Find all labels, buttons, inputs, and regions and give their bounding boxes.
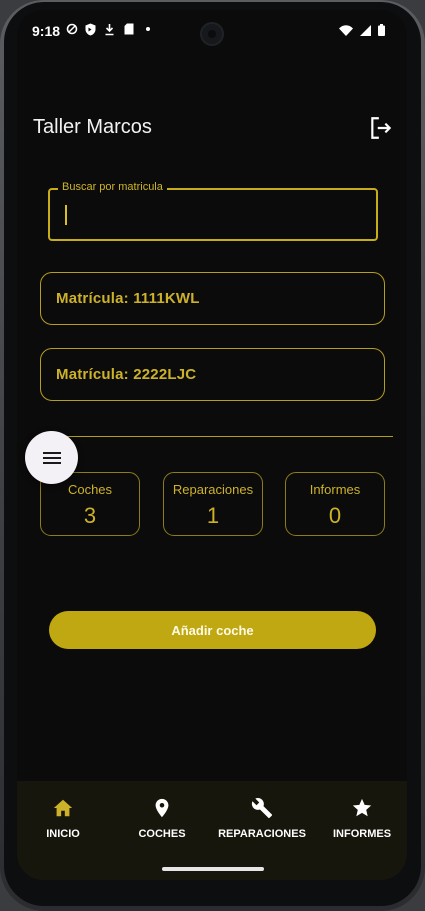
status-icons-right bbox=[339, 23, 385, 41]
vpn-icon bbox=[65, 22, 78, 36]
wifi-icon bbox=[339, 23, 353, 41]
stat-card-reparaciones: Reparaciones 1 bbox=[163, 472, 263, 536]
nav-label: INICIO bbox=[46, 828, 80, 840]
status-time: 9:18 bbox=[32, 23, 61, 39]
dot-icon bbox=[141, 22, 154, 36]
text-cursor bbox=[65, 205, 67, 225]
car-list-item[interactable]: Matrícula: 2222LJC bbox=[40, 348, 385, 401]
stat-value: 1 bbox=[206, 503, 220, 528]
stat-label: Reparaciones bbox=[172, 482, 254, 497]
nav-item-informes[interactable]: INFORMES bbox=[322, 781, 402, 851]
stat-label: Informes bbox=[309, 482, 361, 497]
sd-card-icon bbox=[122, 22, 135, 36]
download-icon bbox=[103, 22, 116, 36]
stat-label: Coches bbox=[67, 482, 113, 497]
section-divider bbox=[41, 436, 393, 437]
nav-item-inicio[interactable]: INICIO bbox=[23, 781, 103, 851]
shield-icon bbox=[84, 22, 97, 36]
logout-button[interactable] bbox=[368, 115, 394, 141]
bottom-navigation: INICIO COCHES REPARACIONES INFORMES bbox=[17, 781, 407, 880]
front-camera bbox=[200, 22, 224, 46]
stat-value: 0 bbox=[328, 503, 342, 528]
logout-icon bbox=[371, 117, 392, 139]
nav-label: REPARACIONES bbox=[218, 828, 306, 840]
status-bar: 9:18 bbox=[17, 10, 407, 52]
wrench-icon bbox=[251, 798, 273, 819]
menu-icon bbox=[42, 451, 61, 464]
signal-icon bbox=[360, 23, 371, 41]
page-title: Taller Marcos bbox=[33, 116, 152, 138]
home-icon bbox=[53, 799, 73, 817]
battery-icon bbox=[378, 23, 385, 41]
car-list-item[interactable]: Matrícula: 1111KWL bbox=[40, 272, 385, 325]
nav-label: INFORMES bbox=[332, 828, 392, 840]
gesture-bar[interactable] bbox=[162, 867, 264, 871]
add-car-button[interactable]: Añadir coche bbox=[49, 611, 376, 649]
nav-label: COCHES bbox=[138, 828, 186, 840]
car-plate-label: Matrícula: 2222LJC bbox=[56, 366, 197, 383]
car-plate-label: Matrícula: 1111KWL bbox=[56, 290, 200, 307]
stat-value: 3 bbox=[83, 503, 97, 528]
search-input[interactable] bbox=[50, 194, 376, 236]
star-icon bbox=[352, 798, 372, 817]
search-label: Buscar por matricula bbox=[58, 181, 167, 193]
stat-card-informes: Informes 0 bbox=[285, 472, 385, 536]
status-icons-left bbox=[65, 22, 154, 36]
nav-item-reparaciones[interactable]: REPARACIONES bbox=[212, 781, 312, 851]
app-screen: 9:18 Taller Marcos Buscar por matricula … bbox=[17, 10, 407, 880]
location-pin-icon bbox=[155, 798, 169, 818]
nav-item-coches[interactable]: COCHES bbox=[122, 781, 202, 851]
menu-fab-button[interactable] bbox=[25, 431, 78, 484]
